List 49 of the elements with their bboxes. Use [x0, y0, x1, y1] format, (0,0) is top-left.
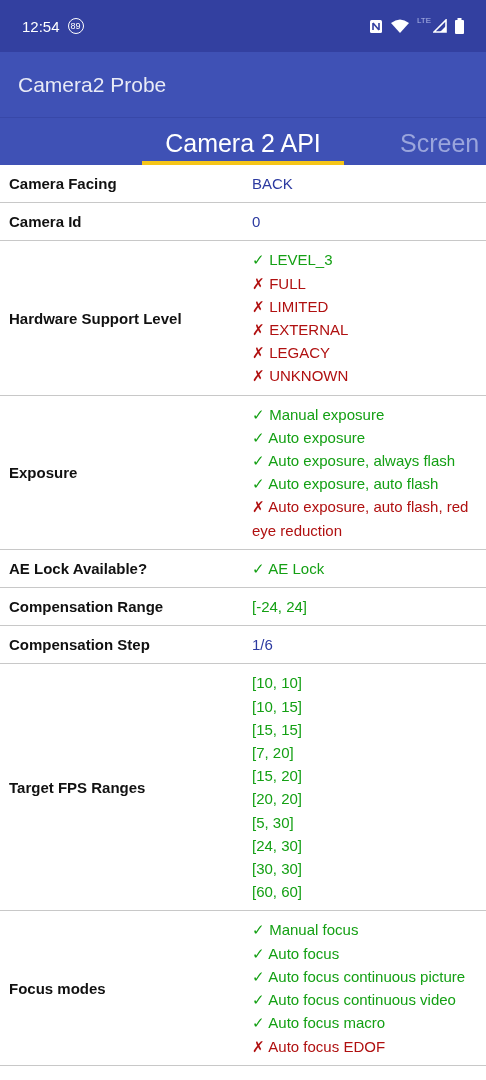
property-value: [15, 15]	[252, 719, 304, 740]
property-value: ✗ Auto exposure, auto flash, red eye reduction	[252, 497, 470, 541]
property-value: [10, 15]	[252, 696, 304, 717]
property-value: ✓ AE Lock	[252, 558, 326, 579]
property-value: ✓ Auto exposure, auto flash	[252, 474, 440, 495]
property-value: ✓ Auto focus continuous picture	[252, 966, 467, 987]
property-value: [60, 60]	[252, 882, 304, 903]
property-value: ✗ LEGACY	[252, 343, 332, 364]
property-label: Exposure	[8, 463, 79, 481]
property-value: 1/6	[252, 635, 274, 656]
property-value: ✓ Auto focus continuous video	[252, 990, 457, 1011]
property-value: ✓ Auto focus macro	[252, 1013, 387, 1034]
property-value: [5, 30]	[252, 812, 295, 833]
property-label: Camera Facing	[8, 175, 118, 193]
property-label: Compensation Step	[8, 636, 151, 654]
property-value: ✓ Manual focus	[252, 920, 360, 941]
property-label: Compensation Range	[8, 598, 165, 616]
property-value: [10, 10]	[252, 673, 304, 694]
property-value: [20, 20]	[252, 789, 304, 810]
property-value: 0	[252, 212, 262, 233]
property-value: BACK	[252, 174, 294, 194]
app-title: Camera2 Probe	[18, 72, 167, 97]
status-time: 12:54	[22, 17, 60, 35]
property-value: [30, 30]	[252, 859, 304, 880]
network-type: LTE	[416, 16, 431, 25]
property-label: Focus modes	[8, 979, 107, 997]
property-value: [-24, 24]	[252, 597, 309, 618]
property-value: ✓ Auto exposure, always flash	[252, 451, 457, 472]
nfc-icon	[368, 18, 383, 34]
wifi-icon	[390, 19, 409, 33]
signal-icon	[433, 19, 447, 33]
battery-icon	[455, 18, 464, 34]
property-value: ✓ Auto focus	[252, 943, 341, 964]
property-value: [7, 20]	[252, 743, 295, 764]
property-value: [24, 30]	[252, 835, 304, 856]
property-value: ✗ FULL	[252, 273, 307, 294]
property-value: ✗ LIMITED	[252, 296, 330, 317]
property-value: ✗ UNKNOWN	[252, 366, 350, 387]
property-value: ✓ Auto exposure	[252, 427, 367, 448]
property-value: [15, 20]	[252, 766, 304, 787]
property-value: ✓ Manual exposure	[252, 404, 386, 425]
tab[interactable]: Camera 2 API	[142, 118, 344, 165]
property-label: Hardware Support Level	[8, 309, 183, 327]
property-label: AE Lock Available?	[8, 559, 149, 577]
property-label: Target FPS Ranges	[8, 778, 147, 796]
property-value: ✓ LEVEL_3	[252, 250, 334, 271]
property-value: ✗ EXTERNAL	[252, 320, 350, 340]
property-value: ✗ Auto focus EDOF	[252, 1036, 387, 1057]
property-label: Camera Id	[8, 213, 83, 231]
